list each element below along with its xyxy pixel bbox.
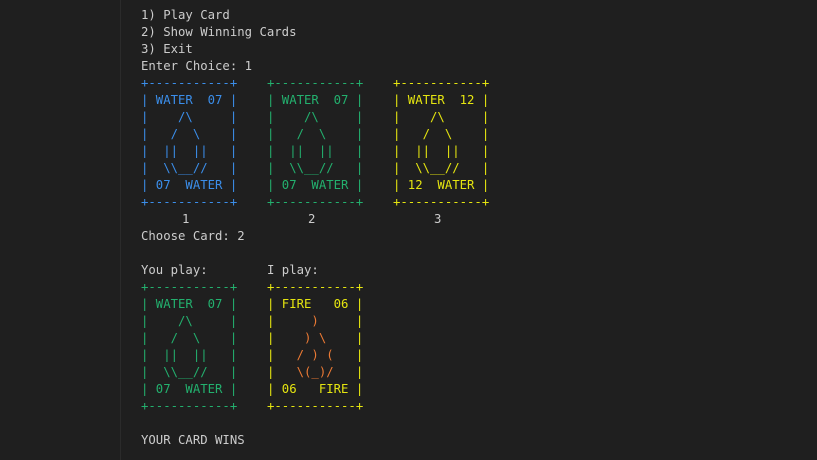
card-line: | \\__// |: [141, 161, 238, 175]
card-art: ) \: [274, 331, 356, 345]
card-line: | ) |: [267, 313, 363, 330]
choose-card-prompt: Choose Card: 2: [141, 229, 245, 243]
card-line: | WATER 07 |: [141, 93, 238, 107]
card-line: | / \ |: [393, 127, 490, 141]
hand-card-2-number: 2: [308, 212, 316, 226]
card-border: |: [355, 331, 364, 345]
card-line: | \\__// |: [141, 365, 238, 379]
card-line: | /\ |: [267, 110, 364, 124]
card-line: | 07 WATER |: [141, 178, 238, 192]
enter-choice-prompt: Enter Choice: 1: [141, 59, 253, 73]
card-line: +-----------+: [393, 195, 490, 209]
card-line: | || || |: [141, 144, 238, 158]
card-line: | /\ |: [393, 110, 490, 124]
card-line: +-----------+: [141, 399, 238, 413]
card-line: | / \ |: [141, 331, 238, 345]
card-line: | WATER 12 |: [393, 93, 490, 107]
card-line: +-----------+: [141, 195, 238, 209]
i-play-label: I play:: [267, 263, 319, 277]
terminal-panel[interactable]: 1) Play Card 2) Show Winning Cards 3) Ex…: [0, 0, 817, 460]
card-border: |: [355, 348, 364, 362]
card-line: | || || |: [393, 144, 490, 158]
card-line: +-----------+: [267, 76, 364, 90]
card-line: +-----------+: [393, 76, 490, 90]
card-line: +-----------+: [141, 280, 238, 294]
menu-item-play-card: 1) Play Card: [141, 8, 230, 22]
card-line: | || || |: [141, 348, 238, 362]
card-line: | FIRE 06 |: [267, 297, 364, 311]
result-message: YOUR CARD WINS: [141, 433, 245, 447]
card-border: |: [355, 365, 364, 379]
you-play-label: You play:: [141, 263, 208, 277]
card-line: | /\ |: [141, 110, 238, 124]
card-art: \(_)/: [274, 365, 356, 379]
card-border: |: [355, 314, 364, 328]
hand-card-3-number: 3: [434, 212, 442, 226]
card-line: +-----------+: [267, 399, 364, 413]
card-line: | ) \ |: [267, 330, 363, 347]
menu-item-exit: 3) Exit: [141, 42, 193, 56]
card-line: | /\ |: [141, 314, 238, 328]
card-line: | \\__// |: [393, 161, 490, 175]
card-line: +-----------+: [267, 195, 364, 209]
card-line: | 12 WATER |: [393, 178, 490, 192]
card-line: | \\__// |: [267, 161, 364, 175]
card-line: +-----------+: [141, 76, 238, 90]
card-line: | / \ |: [141, 127, 238, 141]
card-line: | || || |: [267, 144, 364, 158]
card-line: | 07 WATER |: [141, 382, 238, 396]
card-line: | / \ |: [267, 127, 364, 141]
card-line: | \(_)/ |: [267, 364, 363, 381]
menu-item-show-winning-cards: 2) Show Winning Cards: [141, 25, 297, 39]
card-line: | 07 WATER |: [267, 178, 364, 192]
card-line: | WATER 07 |: [267, 93, 364, 107]
editor-gutter-divider: [120, 0, 121, 460]
card-art: / ) (: [274, 348, 356, 362]
card-line: | 06 FIRE |: [267, 382, 364, 396]
card-line: +-----------+: [267, 280, 364, 294]
card-art: ): [274, 314, 356, 328]
card-line: | WATER 07 |: [141, 297, 238, 311]
card-line: | / ) ( |: [267, 347, 363, 364]
hand-card-1-number: 1: [182, 212, 190, 226]
